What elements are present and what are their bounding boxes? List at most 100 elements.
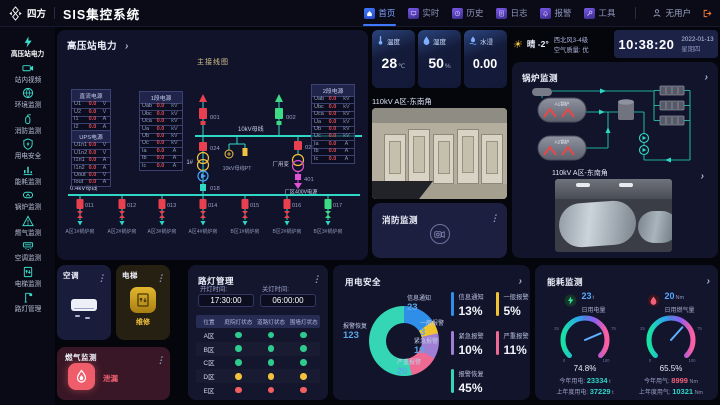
elevator-icon (22, 266, 34, 278)
video-feed[interactable] (555, 179, 672, 252)
svg-text:015: 015 (250, 203, 259, 209)
logo-text: 四方 (27, 6, 46, 20)
monitor-icon (408, 8, 419, 19)
svg-text:001: 001 (210, 115, 220, 121)
svg-text:50: 50 (583, 315, 588, 320)
table-row: D区 (196, 369, 320, 383)
video-title: 110kV A区-东南角 (552, 168, 608, 178)
on-time-input[interactable]: 17:30:00 (198, 294, 254, 307)
sidebar-item-streetlight[interactable]: 路灯管理 (0, 290, 55, 315)
expand-chevron-icon[interactable] (701, 166, 704, 184)
light-status-dot (300, 332, 307, 339)
off-time-label: 关灯时间: (262, 284, 289, 293)
nav-history[interactable]: 历史 (452, 7, 483, 19)
kebab-menu-icon[interactable] (97, 268, 106, 286)
boiler-panel: 锅炉监测 (512, 62, 718, 258)
energy-stat: 上年度用气: 10321 Nm (639, 387, 703, 396)
sidebar-item-electric-safety[interactable]: 用电安全 (0, 137, 55, 162)
light-status-dot (235, 387, 242, 394)
video-feed[interactable] (372, 108, 507, 199)
sidebar: 高压站电力 站内视频 环境监测 消防监测 用电安全 能耗监测 锅炉监测 燃气监 (0, 27, 55, 405)
legend-item: 严重报警11% (496, 331, 529, 357)
kebab-menu-icon[interactable] (156, 350, 165, 368)
table-row: Iout0.0A (71, 180, 111, 187)
air-quality-text: 空气质量: 优 (554, 45, 589, 54)
sidebar-item-gas[interactable]: 燃气监测 (0, 214, 55, 239)
app-logo-icon (8, 6, 23, 21)
nav-home[interactable]: 首页 (364, 7, 395, 19)
svg-text:014: 014 (208, 203, 217, 209)
ac-icon (22, 240, 34, 252)
boiler-diagram: A1锅炉 A2锅炉 (518, 82, 712, 166)
svg-text:A区2#锅炉房: A区2#锅炉房 (108, 228, 137, 235)
weekday-text: 星期四 (681, 44, 713, 53)
streetlight-icon (22, 291, 34, 303)
wrench-icon (584, 8, 595, 19)
date-text: 2022-01-13 (681, 36, 713, 43)
kebab-menu-icon[interactable] (312, 269, 321, 287)
nav-tools[interactable]: 工具 (584, 7, 615, 19)
light-status-dot (268, 387, 275, 394)
shield-icon (22, 138, 34, 150)
flame-icon (647, 294, 660, 307)
sidebar-item-environment[interactable]: 环境监测 (0, 86, 55, 111)
feeder: 015B区1#锅炉房 (231, 195, 260, 235)
dc-power-table: 直流电源U10.0VU20.0VI10.0AI20.0A (71, 89, 111, 132)
svg-text:B区3#锅炉房: B区3#锅炉房 (314, 228, 343, 235)
kebab-menu-icon[interactable] (156, 268, 165, 286)
video-panel-switchgear: 110kV A区-东南角 (372, 96, 507, 199)
user-menu[interactable]: 无用户 (652, 7, 691, 19)
camera-icon (22, 62, 34, 74)
kebab-menu-icon[interactable] (490, 208, 499, 226)
donut-callout: 一般报警3 (420, 321, 444, 339)
off-time-input[interactable]: 06:00:00 (260, 294, 316, 307)
legend-item: 紧急报警10% (451, 331, 484, 357)
sidebar-item-elevator[interactable]: 电梯监测 (0, 265, 55, 290)
sidebar-item-video[interactable]: 站内视频 (0, 61, 55, 86)
svg-text:0: 0 (649, 358, 652, 363)
logout-icon[interactable] (701, 8, 712, 19)
nav-alarms[interactable]: 报警 (540, 7, 571, 19)
svg-text:A1锅炉: A1锅炉 (555, 101, 570, 108)
sidebar-item-boiler[interactable]: 锅炉监测 (0, 188, 55, 213)
energy-gauge: 23t日用电量025507510074.8%今年用电: 23334 t上年度用电… (543, 286, 627, 396)
svg-text:A区1#锅炉房: A区1#锅炉房 (66, 228, 95, 235)
globe-icon (22, 87, 34, 99)
svg-text:017: 017 (333, 203, 342, 209)
on-time-label: 开灯时间: (200, 284, 227, 293)
hv-power-panel: 高压站电力 主接线图 10kV母线 0.4kV母线 001 002 (57, 30, 368, 260)
sidebar-item-ac[interactable]: 空调监测 (0, 239, 55, 264)
wind-text: 西北风3-4级 (554, 35, 589, 44)
donut-callout: 紧急报警19 (414, 339, 438, 357)
svg-text:25: 25 (554, 326, 559, 331)
table-row: A区 (196, 328, 320, 342)
nav-logs[interactable]: 日志 (496, 7, 527, 19)
sidebar-item-hv-power[interactable]: 高压站电力 (0, 35, 55, 60)
light-status-dot (235, 373, 242, 380)
divider (635, 7, 636, 19)
video-title: 110kV A区-东南角 (372, 96, 507, 107)
feeder: 013A区3#锅炉房 (148, 195, 177, 235)
humidity-card: 湿度 50% (418, 30, 461, 88)
light-status-dot (300, 345, 307, 352)
gas-status-text: 泄漏 (103, 373, 118, 384)
clock-time: 10:38:20 (618, 37, 674, 52)
table-row: B区 (196, 342, 320, 356)
electric-safety-panel: 用电安全 信息通知23一般报警3紧急报警19严重报警20报警恢复123 信息通知… (333, 265, 530, 400)
sidebar-item-fire[interactable]: 消防监测 (0, 112, 55, 137)
svg-text:厂区400V电源: 厂区400V电源 (285, 188, 319, 196)
extinguisher-icon (22, 113, 34, 125)
svg-text:100: 100 (603, 358, 611, 363)
svg-text:013: 013 (167, 203, 176, 209)
svg-text:A2锅炉: A2锅炉 (555, 139, 570, 146)
nav-realtime[interactable]: 实时 (408, 7, 439, 19)
expand-chevron-icon[interactable] (519, 271, 522, 289)
svg-text:100: 100 (689, 358, 697, 363)
expand-chevron-icon[interactable] (125, 36, 128, 54)
sidebar-item-energy[interactable]: 能耗监测 (0, 163, 55, 188)
svg-text:401: 401 (304, 177, 314, 183)
svg-text:10kV母线: 10kV母线 (238, 125, 264, 133)
light-status-dot (300, 359, 307, 366)
table-title: UPS电源 (71, 130, 111, 143)
bolt-icon (564, 294, 577, 307)
